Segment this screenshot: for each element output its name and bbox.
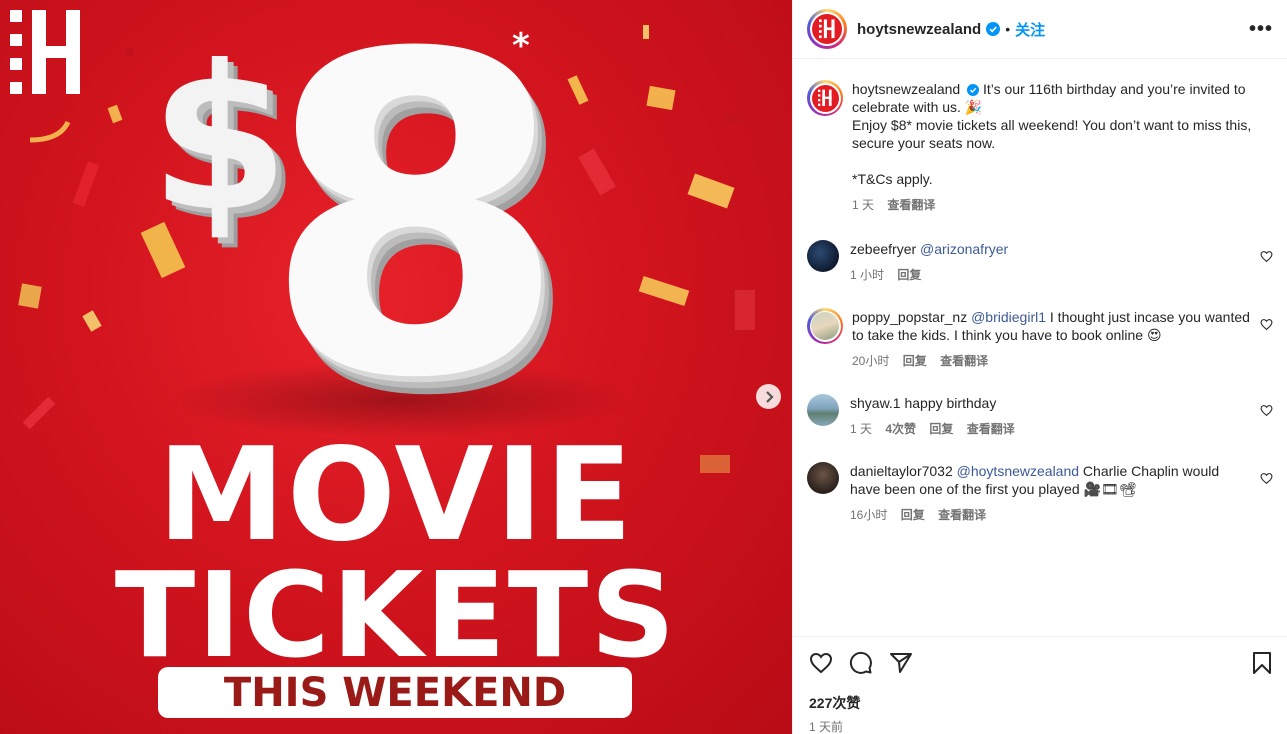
author-avatar[interactable] <box>807 9 847 49</box>
commenter-avatar[interactable] <box>807 462 839 494</box>
instagram-post-modal: $ 8 * MOVIE TICKETS THIS WEEKEND hoytsne… <box>0 0 1287 734</box>
reply-button[interactable]: 回复 <box>929 422 953 436</box>
comment-mention[interactable]: @bridiegirl1 <box>971 309 1046 325</box>
comment-item: poppy_popstar_nz @bridiegirl1 I thought … <box>807 308 1273 370</box>
reply-button[interactable]: 回复 <box>897 268 921 282</box>
caption-text-2: Enjoy $8* movie tickets all weekend! You… <box>852 117 1252 151</box>
commenter-avatar[interactable] <box>807 394 839 426</box>
post-side-panel: hoytsnewzealand • 关注 ••• hoytsnewzealand… <box>792 0 1287 734</box>
next-slide-button[interactable] <box>756 384 781 409</box>
caption: hoytsnewzealand It’s our 116th birthday … <box>807 80 1273 214</box>
reply-button[interactable]: 回复 <box>903 354 927 368</box>
see-translation-link[interactable]: 查看翻译 <box>887 198 935 212</box>
comment-time: 20小时 <box>852 354 890 368</box>
comment-username[interactable]: poppy_popstar_nz <box>852 309 967 325</box>
comment-item: shyaw.1 happy birthday 1 天 4次赞 回复 查看翻译 <box>807 394 1273 438</box>
post-header: hoytsnewzealand • 关注 ••• <box>793 0 1287 59</box>
price-asterisk: * <box>512 26 530 66</box>
comment-username[interactable]: zebeefryer <box>850 241 916 257</box>
caption-terms: *T&Cs apply. <box>852 171 933 187</box>
like-count[interactable]: 227次赞 <box>809 693 1271 713</box>
reply-button[interactable]: 回复 <box>901 508 925 522</box>
comments-list: hoytsnewzealand It’s our 116th birthday … <box>793 60 1287 635</box>
save-bookmark-icon[interactable] <box>1251 651 1273 675</box>
comment-mention[interactable]: @arizonafryer <box>920 241 1008 257</box>
commenter-avatar[interactable] <box>807 308 843 344</box>
hoyts-logo-icon <box>819 19 835 39</box>
see-translation-link[interactable]: 查看翻译 <box>938 508 986 522</box>
like-comment-icon[interactable] <box>1260 318 1273 331</box>
comment-item: zebeefryer @arizonafryer 1 小时 回复 <box>807 240 1273 284</box>
comment-item: danieltaylor7032 @hoytsnewzealand Charli… <box>807 462 1273 524</box>
post-image: $ 8 * MOVIE TICKETS THIS WEEKEND <box>0 0 792 734</box>
comment-time: 1 天 <box>850 422 873 436</box>
post-actions: 227次赞 1 天前 <box>793 636 1287 734</box>
headline-tickets: TICKETS <box>114 546 678 684</box>
like-comment-icon[interactable] <box>1260 404 1273 417</box>
hoyts-logo <box>10 10 80 94</box>
chevron-right-icon <box>765 390 774 403</box>
commenter-avatar[interactable] <box>807 240 839 272</box>
caption-time: 1 天 <box>852 198 875 212</box>
verified-badge-icon <box>986 22 1001 36</box>
comment-bubble-icon[interactable] <box>849 651 873 675</box>
comment-username[interactable]: danieltaylor7032 <box>850 463 953 479</box>
author-username[interactable]: hoytsnewzealand <box>857 21 981 38</box>
like-heart-icon[interactable] <box>809 651 833 675</box>
like-comment-icon[interactable] <box>1260 472 1273 485</box>
comment-text: happy birthday <box>904 395 997 411</box>
see-translation-link[interactable]: 查看翻译 <box>940 354 988 368</box>
more-horizontal-icon: ••• <box>1248 18 1273 40</box>
caption-username[interactable]: hoytsnewzealand <box>852 81 960 97</box>
hoyts-logo-icon <box>818 89 832 106</box>
share-send-icon[interactable] <box>889 651 913 675</box>
comment-username[interactable]: shyaw.1 <box>850 395 901 411</box>
comment-mention[interactable]: @hoytsnewzealand <box>957 463 1079 479</box>
price-number: 8 <box>262 0 569 474</box>
caption-avatar[interactable] <box>807 80 843 116</box>
see-translation-link[interactable]: 查看翻译 <box>967 422 1015 436</box>
verified-badge-icon <box>967 84 980 97</box>
header-separator: • <box>1005 21 1011 37</box>
like-comment-icon[interactable] <box>1260 250 1273 263</box>
comment-time: 16小时 <box>850 508 888 522</box>
post-timestamp: 1 天前 <box>809 720 844 734</box>
comment-like-count[interactable]: 4次赞 <box>885 422 916 436</box>
this-weekend-banner: THIS WEEKEND <box>158 667 632 718</box>
comment-time: 1 小时 <box>850 268 885 282</box>
headline-movie: MOVIE <box>157 421 635 570</box>
follow-button[interactable]: 关注 <box>1015 19 1045 40</box>
more-options-button[interactable]: ••• <box>1249 18 1273 41</box>
